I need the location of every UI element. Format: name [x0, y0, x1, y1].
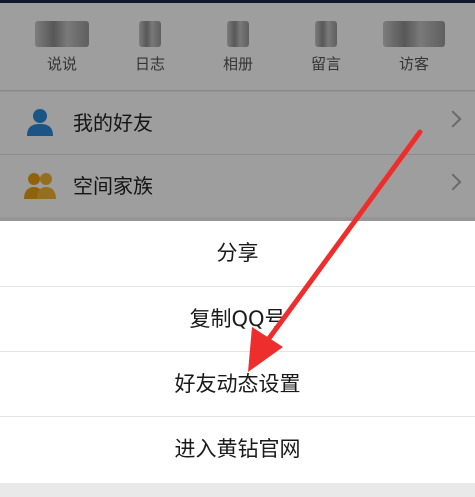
bottom-bar	[0, 483, 475, 497]
share-button[interactable]: 分享	[0, 221, 475, 286]
yellow-diamond-site-button[interactable]: 进入黄钻官网	[0, 417, 475, 482]
friend-feed-settings-button[interactable]: 好友动态设置	[0, 352, 475, 417]
action-sheet: 分享 复制QQ号 好友动态设置 进入黄钻官网	[0, 221, 475, 483]
copy-qq-number-button[interactable]: 复制QQ号	[0, 287, 475, 352]
modal-backdrop[interactable]	[0, 0, 475, 221]
screen: 12 说说 8 日志 5 相册 9 留言 126 访客	[0, 0, 475, 497]
